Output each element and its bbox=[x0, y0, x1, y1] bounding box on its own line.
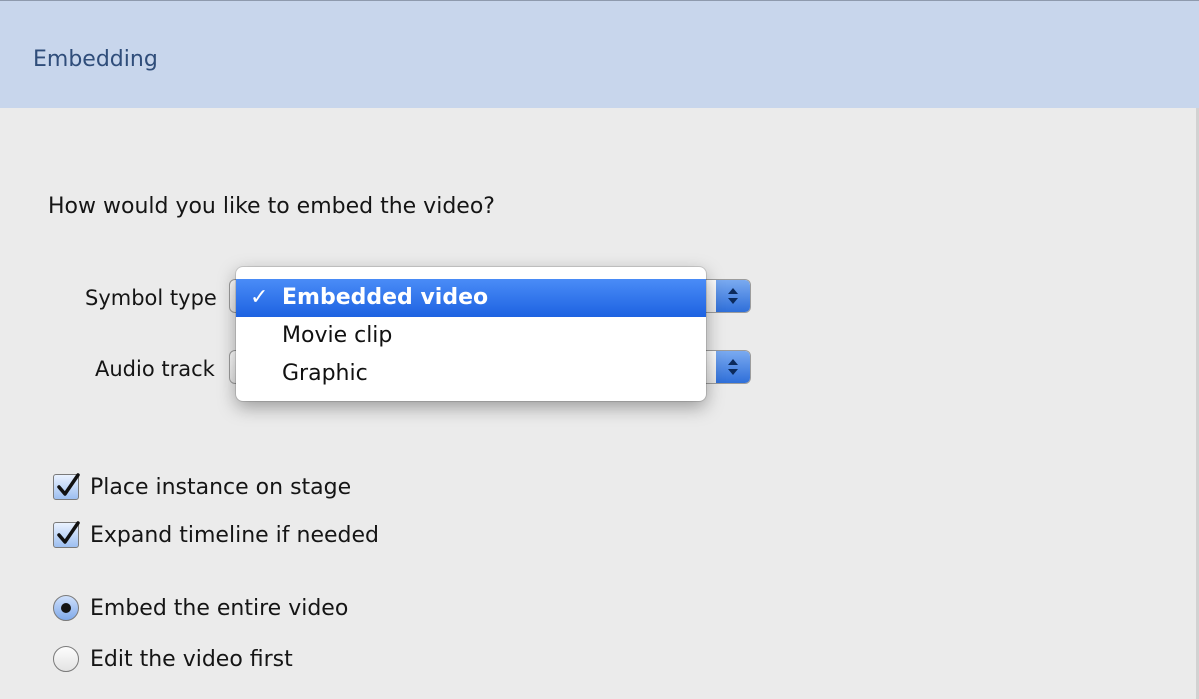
symbol-type-label: Symbol type bbox=[85, 286, 217, 310]
checkmark-icon bbox=[57, 473, 80, 496]
check-icon: ✓ bbox=[250, 285, 269, 310]
arrow-down-icon bbox=[728, 298, 738, 304]
symbol-type-menu: ✓ Embedded video Movie clip Graphic bbox=[236, 267, 706, 401]
radio-dot-icon bbox=[61, 603, 71, 613]
expand-timeline-label[interactable]: Expand timeline if needed bbox=[90, 523, 379, 548]
arrow-up-icon bbox=[728, 288, 738, 294]
place-instance-checkbox[interactable] bbox=[53, 473, 80, 500]
section-title: Embedding bbox=[33, 47, 158, 72]
edit-first-label[interactable]: Edit the video first bbox=[90, 647, 293, 672]
arrow-down-icon bbox=[728, 369, 738, 375]
audio-track-label: Audio track bbox=[95, 357, 215, 381]
embed-question: How would you like to embed the video? bbox=[48, 194, 495, 219]
menu-item-label: Movie clip bbox=[282, 323, 393, 348]
menu-item-label: Embedded video bbox=[282, 285, 489, 310]
menu-item-embedded-video[interactable]: ✓ Embedded video bbox=[236, 279, 706, 317]
section-header: Embedding bbox=[0, 0, 1199, 108]
arrow-up-icon bbox=[728, 359, 738, 365]
place-instance-label[interactable]: Place instance on stage bbox=[90, 475, 351, 500]
embed-entire-radio[interactable] bbox=[53, 595, 79, 621]
popup-stepper-icon bbox=[716, 280, 750, 312]
expand-timeline-checkbox[interactable] bbox=[53, 521, 80, 548]
embed-entire-label[interactable]: Embed the entire video bbox=[90, 596, 348, 621]
edit-first-radio[interactable] bbox=[53, 646, 79, 672]
menu-item-graphic[interactable]: Graphic bbox=[236, 355, 706, 393]
menu-item-label: Graphic bbox=[282, 361, 368, 386]
popup-stepper-icon bbox=[716, 351, 750, 383]
checkmark-icon bbox=[57, 521, 80, 544]
menu-item-movie-clip[interactable]: Movie clip bbox=[236, 317, 706, 355]
